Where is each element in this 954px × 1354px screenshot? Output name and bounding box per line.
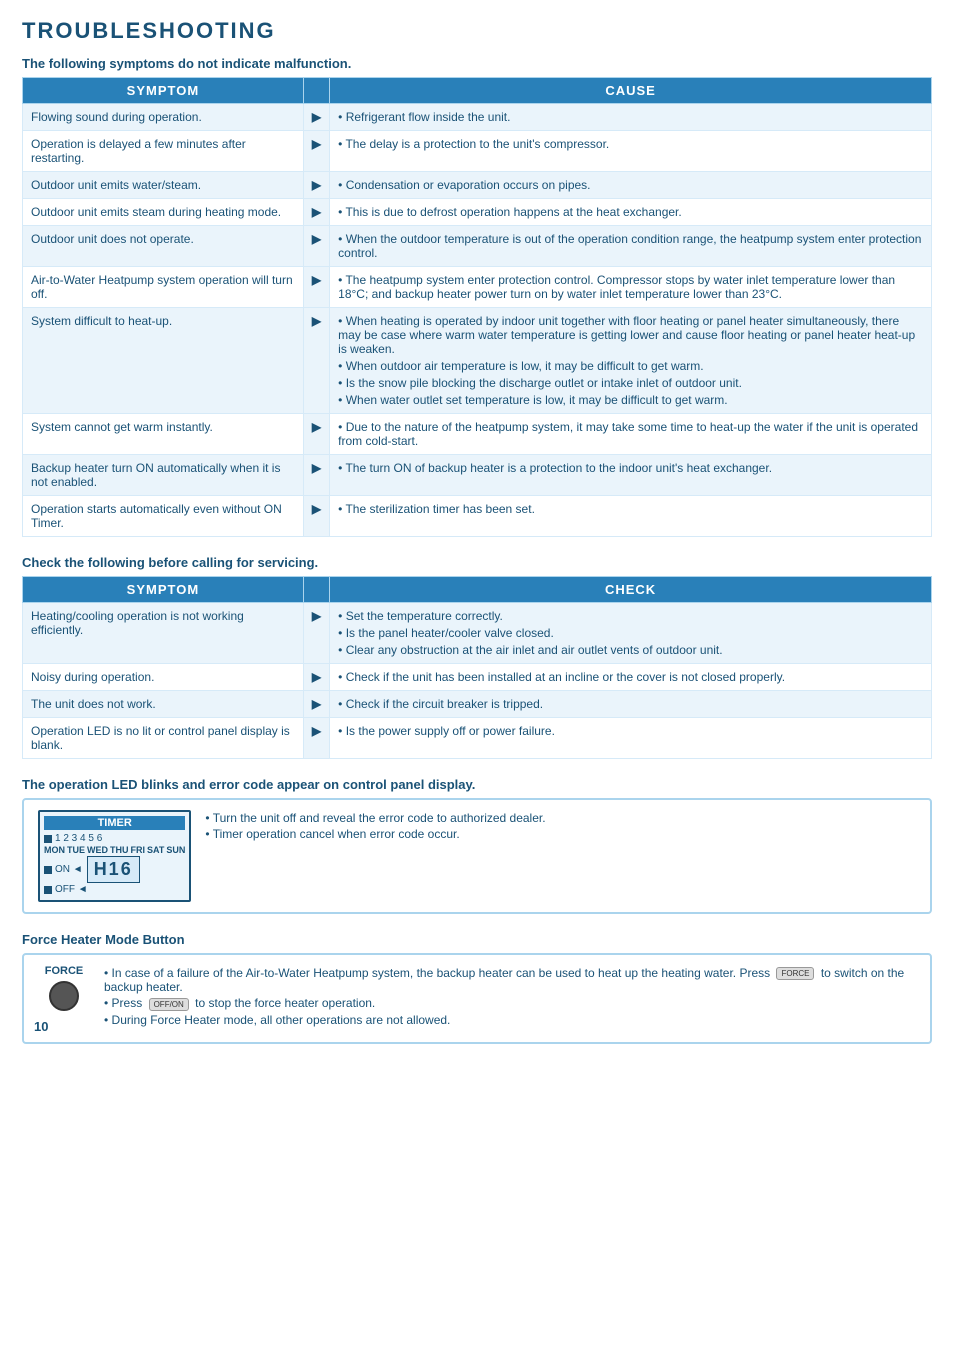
table-row: Air-to-Water Heatpump system operation w… (23, 267, 304, 308)
force-box: FORCE In case of a failure of the Air-to… (38, 965, 916, 1028)
timer-days: MONTUEWEDTHUFRISATSUN (44, 845, 185, 855)
table-row: • The turn ON of backup heater is a prot… (330, 455, 932, 496)
arrow-icon: ▶ (303, 603, 329, 664)
table-row: Operation LED is no lit or control panel… (23, 718, 304, 759)
section3-bullet2: Timer operation cancel when error code o… (205, 826, 545, 842)
force-label: FORCE (45, 965, 84, 977)
force-circle (49, 981, 79, 1011)
section2-table: SYMPTOM CHECK Heating/cooling operation … (22, 576, 932, 759)
table-row: • The sterilization timer has been set. (330, 496, 932, 537)
section1-table: SYMPTOM CAUSE Flowing sound during opera… (22, 77, 932, 537)
arrow-icon: ▶ (303, 496, 329, 537)
table-row: • Due to the nature of the heatpump syst… (330, 414, 932, 455)
symptom-col2-header: SYMPTOM (23, 577, 304, 603)
arrow-icon: ▶ (303, 718, 329, 759)
timer-nums: 1 2 3 4 5 6 (55, 833, 102, 844)
arrow-icon: ▶ (303, 414, 329, 455)
table-row: • Set the temperature correctly.• Is the… (330, 603, 932, 664)
table-row: • This is due to defrost operation happe… (330, 199, 932, 226)
table-row: The unit does not work. (23, 691, 304, 718)
arrow-icon: ▶ (303, 691, 329, 718)
table-row: Operation starts automatically even with… (23, 496, 304, 537)
check-col-header: CHECK (330, 577, 932, 603)
section4-info-box: FORCE In case of a failure of the Air-to… (22, 953, 932, 1044)
table-row: Operation is delayed a few minutes after… (23, 131, 304, 172)
timer-title: TIMER (44, 816, 185, 830)
table-row: • Check if the circuit breaker is trippe… (330, 691, 932, 718)
force-btn[interactable]: FORCE (776, 967, 814, 980)
table-row: • When the outdoor temperature is out of… (330, 226, 932, 267)
arrow-icon: ▶ (303, 664, 329, 691)
table-row: Outdoor unit does not operate. (23, 226, 304, 267)
table-row: Outdoor unit emits water/steam. (23, 172, 304, 199)
section4-block: Force Heater Mode Button FORCE In case o… (22, 932, 932, 1044)
arrow-icon: ▶ (303, 172, 329, 199)
arrow-icon: ▶ (303, 455, 329, 496)
section4-header: Force Heater Mode Button (22, 932, 932, 947)
table-row: • The delay is a protection to the unit'… (330, 131, 932, 172)
section4-bullet2: Press OFF/ON to stop the force heater op… (104, 995, 916, 1011)
section3-info-box: TIMER 1 2 3 4 5 6 MONTUEWEDTHUFRISATSUN … (22, 798, 932, 914)
section3-block: The operation LED blinks and error code … (22, 777, 932, 914)
page-number: 10 (34, 1019, 48, 1034)
table-row: • The heatpump system enter protection c… (330, 267, 932, 308)
section3-bullet1: Turn the unit off and reveal the error c… (205, 810, 545, 826)
table-row: • Is the power supply off or power failu… (330, 718, 932, 759)
table-row: Flowing sound during operation. (23, 104, 304, 131)
table-row: • Condensation or evaporation occurs on … (330, 172, 932, 199)
cause-col-header: CAUSE (330, 78, 932, 104)
table-row: Backup heater turn ON automatically when… (23, 455, 304, 496)
section4-bullet3: During Force Heater mode, all other oper… (104, 1012, 916, 1028)
symptom-col-header: SYMPTOM (23, 78, 304, 104)
page-title: TROUBLESHOOTING (22, 18, 932, 44)
section4-text: In case of a failure of the Air-to-Water… (104, 965, 916, 1028)
arrow-icon: ▶ (303, 104, 329, 131)
section1-header: The following symptoms do not indicate m… (22, 56, 932, 71)
table-row: System difficult to heat-up. (23, 308, 304, 414)
arrow-icon: ▶ (303, 267, 329, 308)
force-icon-container: FORCE (38, 965, 90, 1011)
section4-bullet1: In case of a failure of the Air-to-Water… (104, 965, 916, 995)
timer-on-label: ON ◄ (55, 864, 83, 875)
section3-text: Turn the unit off and reveal the error c… (205, 810, 545, 842)
arrow-icon: ▶ (303, 131, 329, 172)
table-row: • When heating is operated by indoor uni… (330, 308, 932, 414)
table-row: System cannot get warm instantly. (23, 414, 304, 455)
table-row: Outdoor unit emits steam during heating … (23, 199, 304, 226)
arrow-icon: ▶ (303, 226, 329, 267)
section2-block: Check the following before calling for s… (22, 555, 932, 759)
table-row: Heating/cooling operation is not working… (23, 603, 304, 664)
timer-off-label: OFF ◄ (55, 884, 88, 895)
section2-header: Check the following before calling for s… (22, 555, 932, 570)
table-row: • Check if the unit has been installed a… (330, 664, 932, 691)
section3-header: The operation LED blinks and error code … (22, 777, 932, 792)
table-row: Noisy during operation. (23, 664, 304, 691)
off-on-btn[interactable]: OFF/ON (149, 998, 189, 1011)
section1-block: The following symptoms do not indicate m… (22, 56, 932, 537)
arrow-icon: ▶ (303, 308, 329, 414)
arrow-icon: ▶ (303, 199, 329, 226)
table-row: • Refrigerant flow inside the unit. (330, 104, 932, 131)
timer-time-display: H16 (87, 856, 140, 883)
timer-display-box: TIMER 1 2 3 4 5 6 MONTUEWEDTHUFRISATSUN … (38, 810, 191, 902)
